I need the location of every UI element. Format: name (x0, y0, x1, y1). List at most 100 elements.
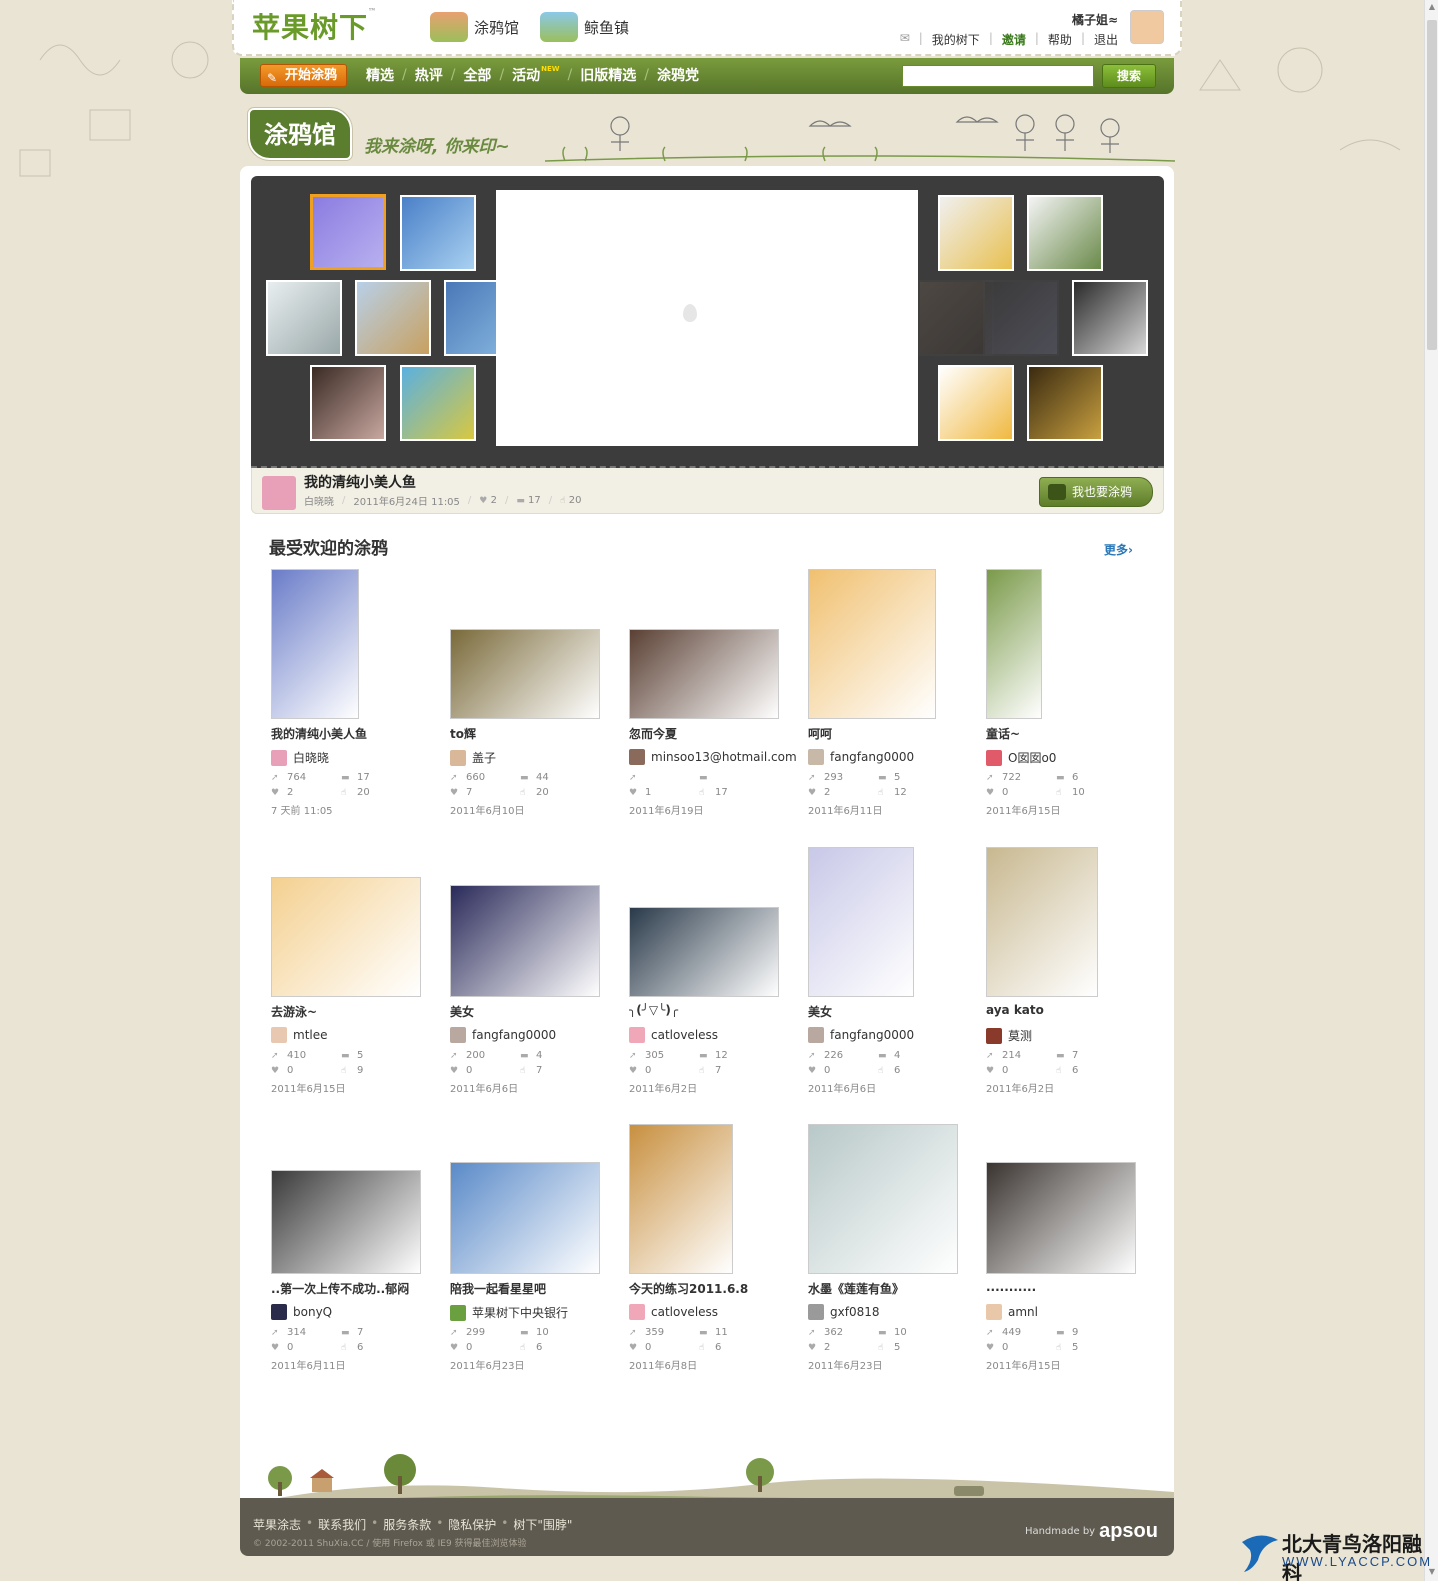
gallery-thumb[interactable] (400, 195, 476, 271)
footer-brand[interactable]: Handmade by apsou (1025, 1520, 1158, 1543)
work-thumbnail[interactable] (986, 847, 1098, 997)
featured-author-avatar[interactable] (262, 476, 296, 510)
work-author[interactable]: 苹果树下中央银行 (450, 1304, 568, 1321)
work-author[interactable]: fangfang0000 (450, 1027, 556, 1043)
gallery-thumb[interactable] (938, 195, 1014, 271)
site-logo[interactable]: 苹果树下™ (252, 6, 377, 46)
footer-link-weibo[interactable]: 树下"围脖" (513, 1516, 572, 1533)
gallery-thumb[interactable] (1027, 365, 1103, 441)
featured-title[interactable]: 我的清纯小美人鱼 (304, 472, 416, 492)
user-avatar[interactable] (1130, 10, 1164, 44)
work-thumbnail[interactable] (808, 569, 936, 719)
nav-item-featured[interactable]: 精选 (366, 65, 394, 85)
gallery-thumb[interactable] (266, 280, 342, 356)
search-input[interactable] (902, 65, 1094, 87)
nav-item-hot-comments[interactable]: 热评 (415, 65, 443, 85)
work-thumbnail[interactable] (986, 569, 1042, 719)
work-card: 美女 fangfang0000 ➚ 200 ▬ 4 ♥ 0 ☝ 7 2011年6月6日 (450, 847, 618, 1097)
search-button[interactable]: 搜索 (1102, 64, 1156, 88)
work-thumbnail[interactable] (808, 847, 914, 997)
cursor-icon: ➚ (808, 1050, 816, 1061)
scroll-thumb[interactable] (1427, 20, 1437, 350)
user-name[interactable]: 橘子姐≈ (1072, 11, 1118, 28)
gallery-thumb[interactable] (1072, 280, 1148, 356)
work-author[interactable]: mtlee (271, 1027, 328, 1043)
work-title[interactable]: 今天的练习2011.6.8 (629, 1280, 789, 1297)
artwork-viewer[interactable] (496, 190, 918, 446)
start-drawing-button[interactable]: ✎ 开始涂鸦 (260, 64, 348, 87)
more-link[interactable]: 更多› (1104, 541, 1133, 558)
work-thumbnail[interactable] (271, 1170, 421, 1274)
invite-link[interactable]: 邀请 (1002, 31, 1026, 48)
work-thumbnail[interactable] (450, 1162, 600, 1274)
nav-item-old-featured[interactable]: 旧版精选 (580, 65, 636, 85)
work-thumbnail[interactable] (629, 1124, 733, 1274)
work-author[interactable]: catloveless (629, 1304, 718, 1320)
work-title[interactable]: aya kato (986, 1003, 1146, 1017)
work-thumbnail[interactable] (808, 1124, 958, 1274)
author-avatar (808, 749, 824, 765)
logout-link[interactable]: 退出 (1094, 31, 1118, 48)
gallery-thumb[interactable] (983, 280, 1059, 356)
work-thumbnail[interactable] (629, 629, 779, 719)
work-thumbnail[interactable] (450, 629, 600, 719)
work-thumbnail[interactable] (986, 1162, 1136, 1274)
mail-icon[interactable]: ✉ (900, 31, 910, 48)
nav-item-graffiti-party[interactable]: 涂鸦党 (657, 65, 699, 85)
work-title[interactable]: 呵呵 (808, 725, 968, 742)
featured-author[interactable]: 白晓晓 (304, 493, 334, 508)
nav-item-all[interactable]: 全部 (463, 65, 491, 85)
work-title[interactable]: 水墨《莲莲有鱼》 (808, 1280, 968, 1297)
cursor-icon: ➚ (271, 1050, 279, 1061)
work-title[interactable]: 童话~ (986, 725, 1146, 742)
work-title[interactable]: to辉 (450, 725, 610, 742)
gallery-thumb[interactable] (310, 194, 386, 270)
gallery-thumb[interactable] (400, 365, 476, 441)
footer-link-contact[interactable]: 联系我们 (318, 1516, 366, 1533)
comment-icon: ▬ (878, 772, 887, 783)
work-author[interactable]: fangfang0000 (808, 1027, 914, 1043)
user-area: 橘子姐≈ ✉ | 我的树下 | 邀请 | 帮助 | 退出 (868, 8, 1168, 48)
work-author[interactable]: minsoo13@hotmail.com (629, 749, 797, 765)
gallery-thumb[interactable] (1027, 195, 1103, 271)
cursor-icon: ➚ (450, 772, 458, 783)
work-title[interactable]: 忽而今夏 (629, 725, 789, 742)
work-title[interactable]: ╮(╯▽╰)╭ (629, 1003, 789, 1017)
work-author[interactable]: 白晓晓 (271, 749, 329, 766)
work-thumbnail[interactable] (271, 877, 421, 997)
me-too-draw-button[interactable]: 我也要涂鸦 (1039, 477, 1153, 507)
work-thumbnail[interactable] (450, 885, 600, 997)
work-title[interactable]: ........... (986, 1280, 1146, 1294)
work-title[interactable]: ..第一次上传不成功..郁闷 (271, 1280, 431, 1297)
work-author[interactable]: 莫测 (986, 1027, 1032, 1044)
gallery-thumb[interactable] (938, 365, 1014, 441)
nav-item-events[interactable]: 活动NEW (512, 65, 559, 85)
work-author[interactable]: catloveless (629, 1027, 718, 1043)
work-thumbnail[interactable] (271, 569, 359, 719)
work-author[interactable]: 盖子 (450, 749, 496, 766)
scroll-up-icon[interactable]: ▲ (1427, 2, 1437, 14)
footer-link-privacy[interactable]: 隐私保护 (448, 1516, 496, 1533)
work-author[interactable]: O囡囡o0 (986, 749, 1056, 766)
work-title[interactable]: 美女 (450, 1003, 610, 1020)
page-scrollbar[interactable]: ▲ ▼ (1424, 0, 1438, 1581)
footer-link-blog[interactable]: 苹果涂志 (253, 1516, 301, 1533)
footer-link-terms[interactable]: 服务条款 (383, 1516, 431, 1533)
gallery-thumb[interactable] (310, 365, 386, 441)
thumbs-up-icon: ☝ (560, 496, 566, 506)
work-title[interactable]: 美女 (808, 1003, 968, 1020)
gallery-thumb[interactable] (355, 280, 431, 356)
work-thumbnail[interactable] (629, 907, 779, 997)
channel-graffiti[interactable]: 涂鸦馆 (430, 12, 519, 42)
work-author[interactable]: fangfang0000 (808, 749, 914, 765)
work-author[interactable]: bonyQ (271, 1304, 332, 1320)
work-title[interactable]: 我的清纯小美人鱼 (271, 725, 431, 742)
work-author[interactable]: amnl (986, 1304, 1038, 1320)
work-title[interactable]: 陪我一起看星星吧 (450, 1280, 610, 1297)
work-author[interactable]: gxf0818 (808, 1304, 879, 1320)
work-stats: ➚ 410 ▬ 5 ♥ 0 ☝ 9 (271, 1050, 364, 1076)
channel-whale-town[interactable]: 鲸鱼镇 (540, 12, 629, 42)
help-link[interactable]: 帮助 (1048, 31, 1072, 48)
my-home-link[interactable]: 我的树下 (932, 31, 980, 48)
work-title[interactable]: 去游泳~ (271, 1003, 431, 1020)
